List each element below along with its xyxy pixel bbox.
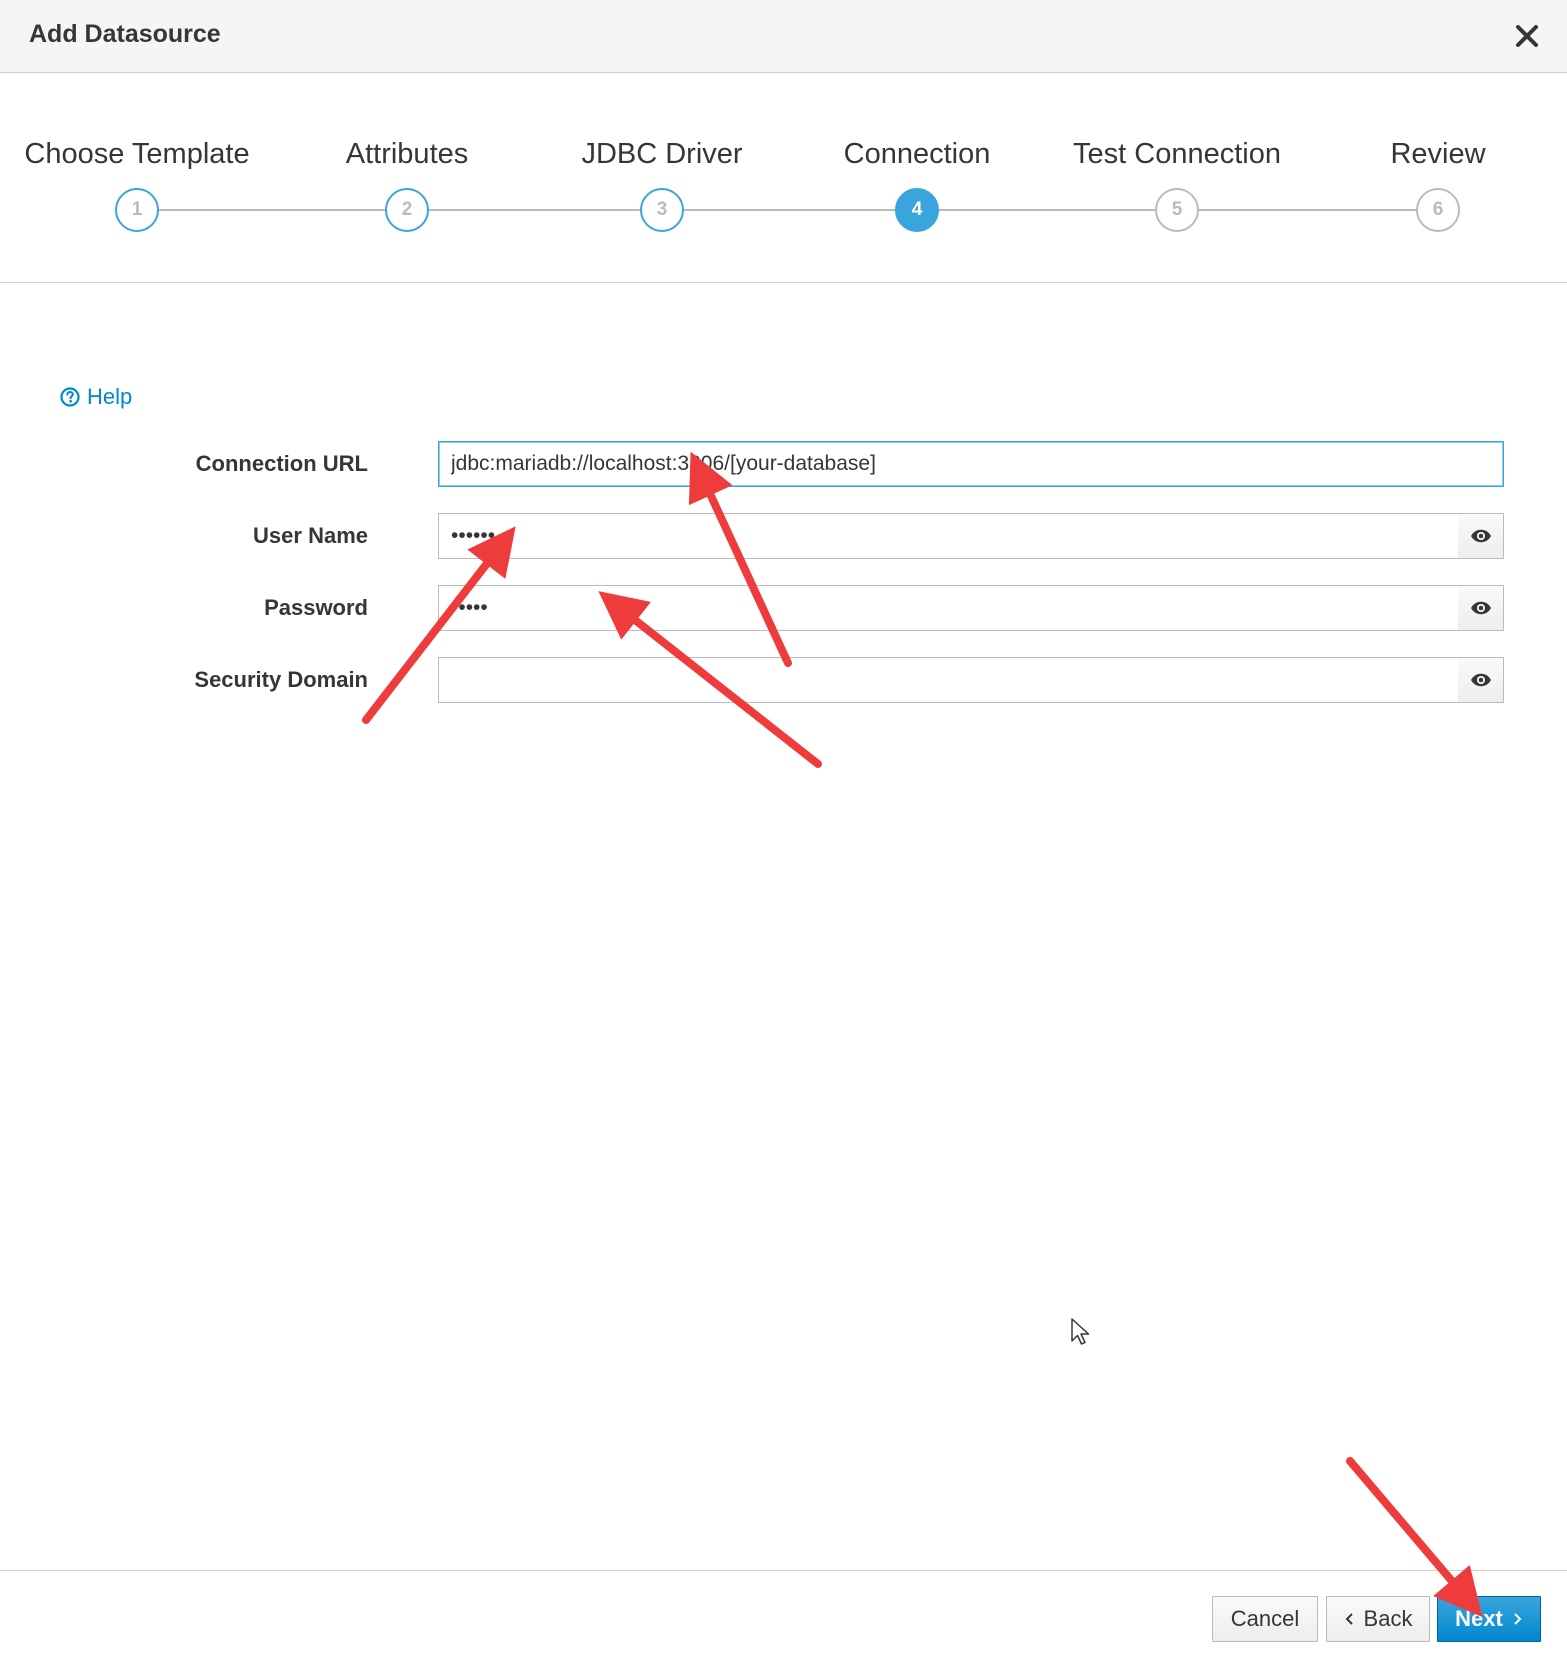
question-circle-icon	[60, 387, 80, 407]
step-label[interactable]: Attributes	[346, 138, 469, 171]
next-button[interactable]: Next	[1437, 1596, 1541, 1642]
back-button[interactable]: Back	[1326, 1596, 1430, 1642]
password-input[interactable]	[438, 585, 1459, 631]
step-number[interactable]: 4	[895, 188, 939, 232]
step-number[interactable]: 2	[385, 188, 429, 232]
eye-icon[interactable]	[1458, 585, 1504, 631]
dialog-header: Add Datasource	[0, 0, 1567, 73]
connection-url-input[interactable]	[438, 441, 1504, 487]
eye-icon[interactable]	[1458, 513, 1504, 559]
step-label: Review	[1390, 138, 1486, 170]
footer-divider	[0, 1570, 1567, 1571]
add-datasource-dialog: Add Datasource Choose Template 1 Attribu…	[0, 0, 1567, 1664]
wizard-steps: Choose Template 1 Attributes 2 JDBC Driv…	[0, 72, 1567, 283]
step-number[interactable]: 3	[640, 188, 684, 232]
password-label: Password	[264, 595, 368, 620]
arrow-to-next-button	[1346, 1457, 1483, 1618]
step-number: 5	[1155, 188, 1199, 232]
dialog-title: Add Datasource	[29, 20, 221, 48]
connection-url-label: Connection URL	[195, 451, 368, 476]
step-number: 6	[1416, 188, 1460, 232]
arrow-to-connection-url	[688, 451, 792, 667]
step-label[interactable]: Choose Template	[24, 138, 249, 171]
next-label[interactable]: Next	[1455, 1606, 1503, 1632]
user-name-input[interactable]	[438, 513, 1459, 559]
step-label[interactable]: JDBC Driver	[581, 138, 742, 171]
help-label[interactable]: Help	[87, 384, 132, 410]
user-name-label: User Name	[253, 523, 368, 548]
step-label[interactable]: Connection	[844, 138, 991, 171]
close-icon[interactable]	[1509, 18, 1545, 54]
chevron-right-icon	[1514, 1613, 1522, 1625]
mouse-cursor-icon	[1071, 1318, 1090, 1345]
security-domain-label: Security Domain	[194, 667, 368, 692]
chevron-left-icon	[1345, 1613, 1353, 1625]
cancel-button[interactable]: Cancel	[1212, 1596, 1318, 1642]
eye-icon[interactable]	[1458, 657, 1504, 703]
step-number[interactable]: 1	[115, 188, 159, 232]
security-domain-input[interactable]	[438, 657, 1459, 703]
help-link[interactable]: Help	[60, 384, 132, 410]
step-connector-line	[137, 209, 1437, 211]
cancel-label[interactable]: Cancel	[1231, 1606, 1299, 1632]
back-label[interactable]: Back	[1364, 1606, 1413, 1632]
step-label: Test Connection	[1073, 138, 1281, 170]
